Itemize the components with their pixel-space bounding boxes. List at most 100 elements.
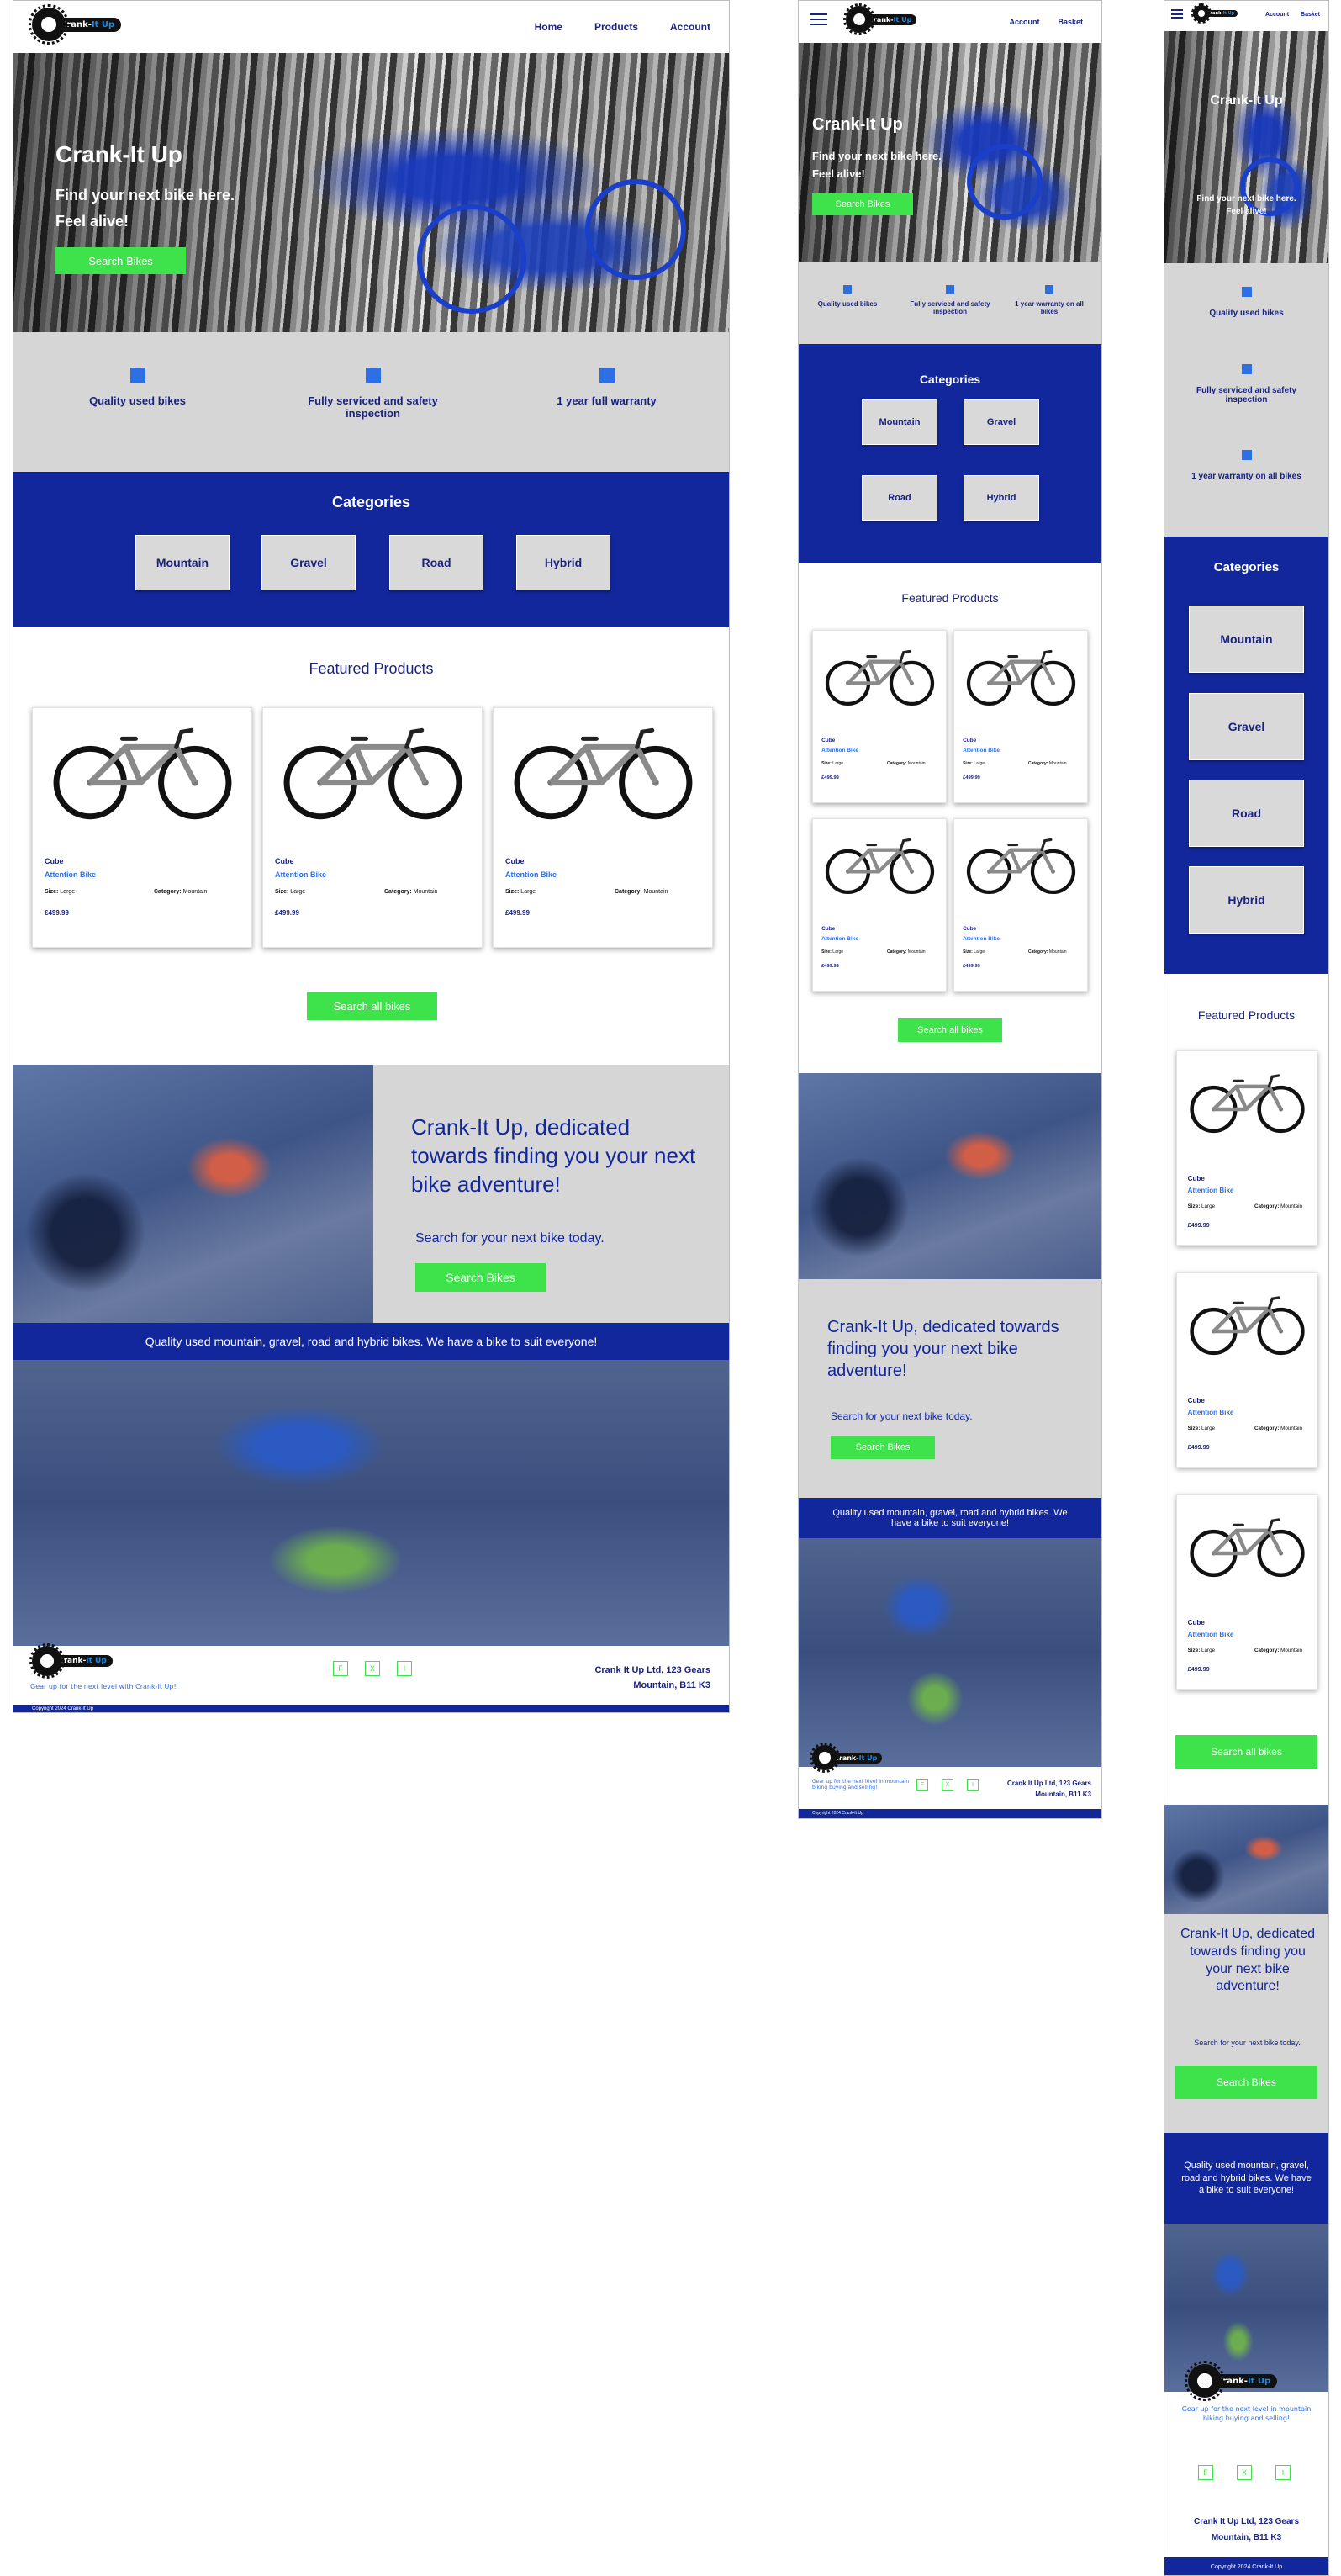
product-image (813, 819, 946, 906)
features-section: Quality used bikes Fully serviced and sa… (1164, 263, 1328, 537)
footer-logo[interactable]: Crank-It Up (810, 1743, 883, 1773)
product-model[interactable]: Attention Bike (505, 870, 557, 879)
product-card[interactable]: Cube Attention Bike Size: Large Category: M… (953, 818, 1088, 992)
instagram-icon[interactable]: I (1275, 2465, 1291, 2480)
nav-account[interactable]: Account (670, 21, 710, 33)
promo-search-button[interactable]: Search Bikes (415, 1263, 546, 1292)
category-road[interactable]: Road (389, 535, 483, 590)
feature-warranty-label: 1 year warranty on all bikes (1015, 300, 1084, 315)
product-model[interactable]: Attention Bike (963, 748, 1000, 754)
product-model[interactable]: Attention Bike (275, 870, 326, 879)
facebook-icon[interactable]: F (333, 1661, 348, 1676)
product-card[interactable]: Cube Attention Bike Size: Large Category: M… (812, 818, 947, 992)
rider-image (13, 1360, 729, 1646)
hamburger-icon[interactable] (1171, 9, 1183, 19)
product-image (954, 631, 1087, 717)
category-road[interactable]: Road (1189, 780, 1304, 847)
instagram-icon[interactable]: I (967, 1779, 979, 1791)
hero-search-button[interactable]: Search Bikes (55, 247, 186, 274)
category-gravel[interactable]: Gravel (964, 399, 1039, 445)
product-model[interactable]: Attention Bike (821, 748, 858, 754)
hamburger-icon[interactable] (810, 13, 827, 25)
product-card[interactable]: Cube Attention Bike Size: Large Category: M… (812, 630, 947, 803)
nav-basket[interactable]: Basket (1301, 12, 1320, 18)
nav-basket[interactable]: Basket (1058, 18, 1083, 26)
category-label: Category: (887, 949, 907, 955)
features-section: Quality used bikes Fully serviced and sa… (13, 332, 729, 472)
x-icon[interactable]: X (942, 1779, 953, 1791)
product-brand: Cube (1187, 1174, 1205, 1182)
wrench-icon (1241, 364, 1252, 374)
category-gravel[interactable]: Gravel (261, 535, 356, 590)
footer-tagline: Gear up for the next level with Crank-It… (30, 1683, 177, 1690)
gear-icon (29, 4, 69, 45)
search-all-bikes-button[interactable]: Search all bikes (307, 992, 437, 1020)
hero-search-button[interactable]: Search Bikes (812, 193, 913, 215)
product-image (263, 708, 482, 828)
footer-logo[interactable]: Crank-It Up (29, 1642, 113, 1679)
product-model[interactable]: Attention Bike (963, 936, 1000, 942)
product-category: Category: Mountain (1254, 1203, 1302, 1209)
search-all-bikes-button[interactable]: Search all bikes (898, 1018, 1002, 1042)
featured-title: Featured Products (901, 591, 999, 605)
nav-account[interactable]: Account (1265, 12, 1289, 18)
category-mountain[interactable]: Mountain (135, 535, 230, 590)
copyright-bar: Copyright 2024 Crank-It Up (1164, 2557, 1328, 2575)
facebook-icon[interactable]: F (916, 1779, 928, 1791)
logo[interactable]: Crank-It Up (843, 3, 917, 35)
product-card[interactable]: Cube Attention Bike Size: Large Category: M… (262, 707, 483, 948)
category-road[interactable]: Road (862, 475, 937, 521)
product-brand: Cube (963, 926, 977, 933)
nav-products[interactable]: Products (594, 21, 638, 33)
product-card[interactable]: Cube Attention Bike Size: Large Category: M… (1176, 1050, 1317, 1246)
facebook-icon[interactable]: F (1198, 2465, 1213, 2480)
footer-address: Crank It Up Ltd, 123 Gears Mountain, B11… (1164, 2514, 1328, 2546)
product-card[interactable]: Cube Attention Bike Size: Large Category: M… (1176, 1494, 1317, 1690)
hero-section: Crank-It Up Find your next bike here. Fe… (1164, 31, 1328, 263)
product-model[interactable]: Attention Bike (1188, 1409, 1234, 1416)
size-value: Large (832, 949, 844, 955)
promo-search-button[interactable]: Search Bikes (1175, 2066, 1317, 2099)
tagline-strip: Quality used mountain, gravel, road and … (1164, 2133, 1328, 2224)
promo-search-button[interactable]: Search Bikes (831, 1436, 935, 1459)
category-mountain[interactable]: Mountain (1189, 606, 1304, 673)
size-label: Size: (1187, 1647, 1201, 1653)
search-all-bikes-button[interactable]: Search all bikes (1175, 1735, 1317, 1769)
product-card[interactable]: Cube Attention Bike Size: Large Category: M… (1176, 1272, 1317, 1468)
category-value: Mountain (907, 760, 926, 766)
footer-logo[interactable]: Crank-It Up (1185, 2361, 1278, 2401)
logo[interactable]: Crank-It Up (29, 4, 122, 45)
product-model[interactable]: Attention Bike (1188, 1631, 1234, 1638)
instagram-icon[interactable]: I (397, 1661, 412, 1676)
categories-section: Categories Mountain Gravel Road Hybrid (799, 344, 1101, 563)
product-price: £499.99 (821, 964, 839, 970)
quality-icon (1241, 287, 1252, 297)
gear-icon (843, 3, 875, 35)
product-card[interactable]: Cube Attention Bike Size: Large Category: M… (493, 707, 713, 948)
logo[interactable]: Crank-It Up (1191, 3, 1238, 24)
address-line-2: Mountain, B11 K3 (633, 1680, 710, 1691)
product-model[interactable]: Attention Bike (821, 936, 858, 942)
address-line-1: Crank It Up Ltd, 123 Gears (594, 1665, 710, 1675)
nav-home[interactable]: Home (535, 21, 562, 33)
category-hybrid[interactable]: Hybrid (1189, 866, 1304, 934)
product-card[interactable]: Cube Attention Bike Size: Large Category: M… (32, 707, 252, 948)
nav-account[interactable]: Account (1009, 18, 1039, 26)
promo-panel: Crank-It Up, dedicated towards finding y… (799, 1279, 1101, 1498)
product-price: £499.99 (1187, 1443, 1210, 1452)
category-hybrid[interactable]: Hybrid (516, 535, 610, 590)
category-gravel[interactable]: Gravel (1189, 693, 1304, 760)
size-value: Large (974, 949, 985, 955)
product-image (813, 631, 946, 717)
category-mountain[interactable]: Mountain (862, 399, 937, 445)
x-icon[interactable]: X (365, 1661, 380, 1676)
feature-warranty: 1 year warranty on all bikes (1181, 450, 1312, 481)
product-card[interactable]: Cube Attention Bike Size: Large Category: M… (953, 630, 1088, 803)
product-model[interactable]: Attention Bike (1188, 1187, 1234, 1194)
feature-serviced-label: Fully serviced and safety inspection (910, 300, 990, 315)
x-icon[interactable]: X (1237, 2465, 1252, 2480)
category-hybrid[interactable]: Hybrid (964, 475, 1039, 521)
product-model[interactable]: Attention Bike (45, 870, 96, 879)
product-image (1177, 1051, 1317, 1149)
product-size: Size: Large (275, 889, 305, 895)
